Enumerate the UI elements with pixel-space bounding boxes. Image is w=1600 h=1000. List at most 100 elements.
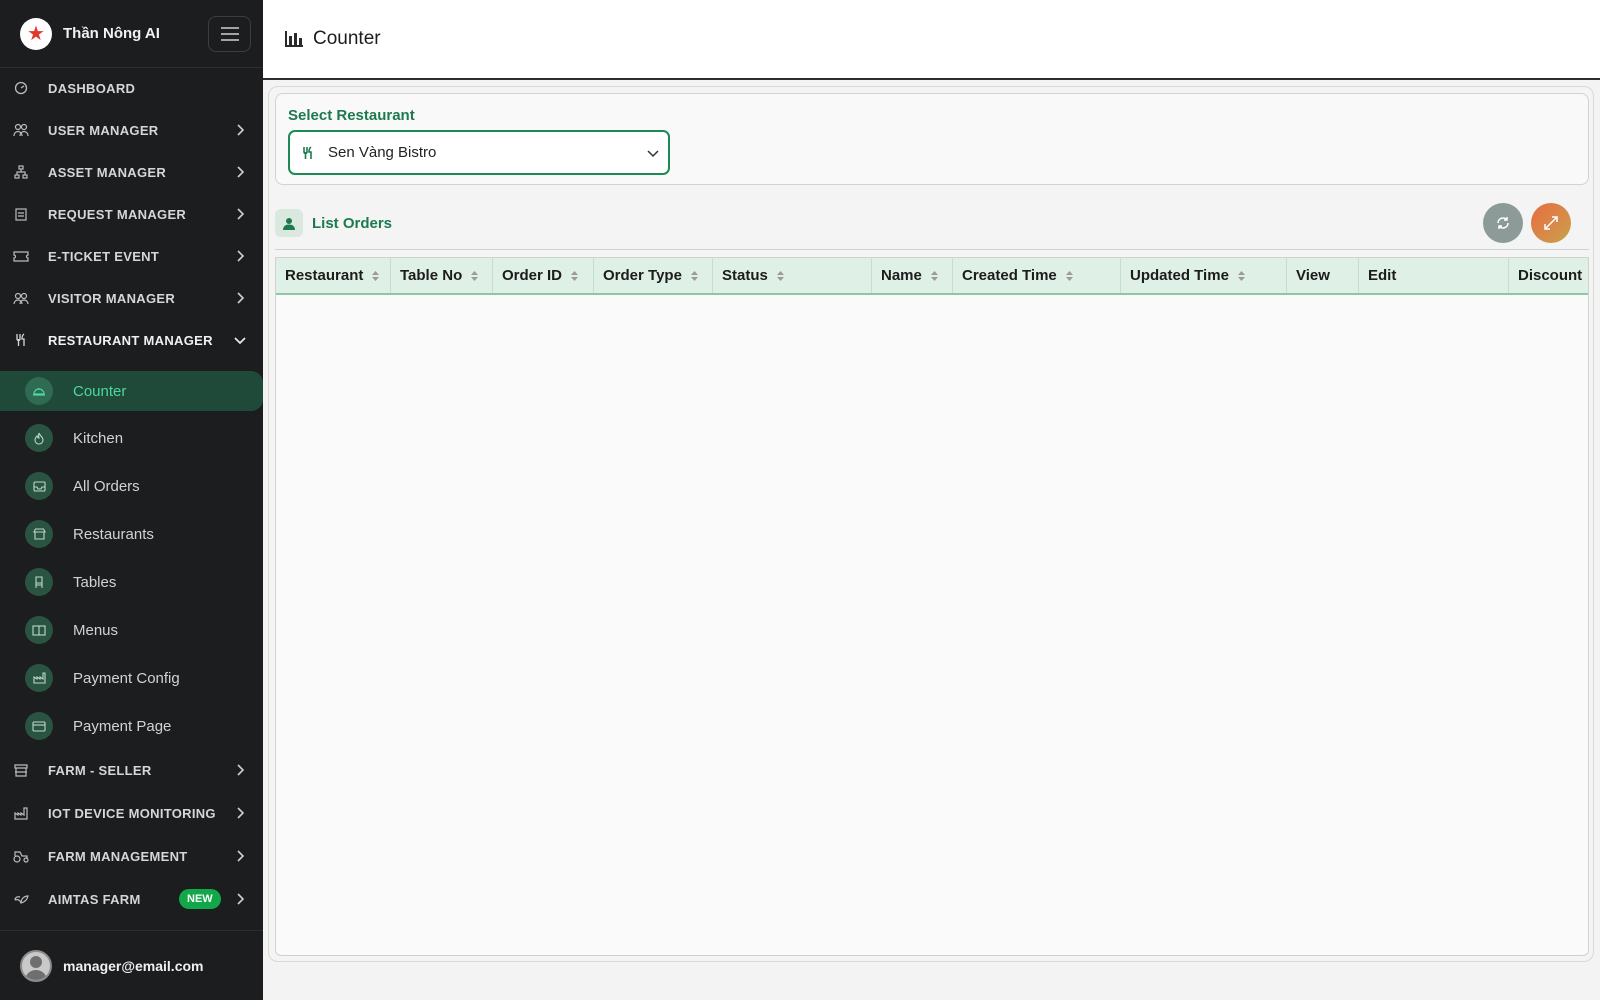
column-label: Updated Time bbox=[1130, 267, 1229, 284]
column-label: Discount bbox=[1518, 267, 1583, 284]
ticket-icon bbox=[12, 247, 30, 265]
column-label: View bbox=[1296, 267, 1330, 284]
clipboard-icon bbox=[12, 205, 30, 223]
sidebar-item-iot-monitoring[interactable]: IOT DEVICE MONITORING bbox=[0, 793, 263, 833]
expand-button[interactable] bbox=[1531, 203, 1571, 243]
restaurant-select-label: Select Restaurant bbox=[288, 107, 415, 124]
column-header-view: View bbox=[1287, 258, 1359, 293]
chevron-right-icon bbox=[237, 292, 245, 304]
sidebar-item-label: RESTAURANT MANAGER bbox=[48, 332, 213, 348]
user-profile[interactable]: manager@email.com bbox=[0, 930, 263, 1000]
sidebar-item-farm-management[interactable]: FARM MANAGEMENT bbox=[0, 836, 263, 876]
sidebar-item-tables[interactable]: Tables bbox=[0, 562, 263, 602]
refresh-button[interactable] bbox=[1483, 203, 1523, 243]
sidebar-item-asset-manager[interactable]: ASSET MANAGER bbox=[0, 152, 263, 192]
column-header-updated-time[interactable]: Updated Time bbox=[1121, 258, 1287, 293]
divider bbox=[275, 249, 1589, 250]
sidebar-item-label: ASSET MANAGER bbox=[48, 164, 167, 180]
column-header-restaurant[interactable]: Restaurant bbox=[276, 258, 391, 293]
sort-icon bbox=[371, 270, 380, 282]
new-badge: NEW bbox=[179, 889, 221, 909]
utensils-icon bbox=[303, 145, 312, 159]
flame-icon bbox=[25, 424, 53, 452]
visitors-icon bbox=[12, 289, 30, 307]
brand-header: ★ Thần Nông AI bbox=[0, 0, 263, 68]
sidebar-item-label: Counter bbox=[73, 382, 127, 400]
table-header: Restaurant Table No Order ID Order Type … bbox=[276, 258, 1588, 295]
column-label: Status bbox=[722, 267, 768, 284]
bar-chart-icon bbox=[285, 31, 303, 47]
column-header-created-time[interactable]: Created Time bbox=[953, 258, 1121, 293]
column-label: Table No bbox=[400, 267, 463, 284]
tractor-icon bbox=[12, 847, 30, 865]
store-icon bbox=[25, 520, 53, 548]
chair-icon bbox=[25, 568, 53, 596]
chevron-down-icon bbox=[638, 148, 668, 158]
brand-name: Thần Nông AI bbox=[63, 25, 160, 42]
sidebar-item-user-manager[interactable]: USER MANAGER bbox=[0, 110, 263, 150]
column-header-table-no[interactable]: Table No bbox=[391, 258, 493, 293]
brand-logo[interactable]: ★ bbox=[20, 17, 52, 50]
expand-icon bbox=[1544, 216, 1558, 230]
sitemap-icon bbox=[12, 163, 30, 181]
sort-icon bbox=[470, 270, 479, 282]
restaurant-select[interactable]: Sen Vàng Bistro bbox=[288, 130, 670, 175]
menu-toggle-button[interactable] bbox=[208, 15, 251, 52]
column-label: Order ID bbox=[502, 267, 563, 284]
sidebar-item-label: Payment Config bbox=[73, 669, 180, 687]
chevron-right-icon bbox=[237, 850, 245, 862]
sidebar-item-payment-config[interactable]: Payment Config bbox=[0, 658, 263, 698]
chevron-right-icon bbox=[237, 807, 245, 819]
list-orders-title: List Orders bbox=[312, 214, 393, 232]
sidebar-item-payment-page[interactable]: Payment Page bbox=[0, 706, 263, 746]
sidebar-item-farm-seller[interactable]: FARM - SELLER bbox=[0, 750, 263, 790]
sidebar-item-all-orders[interactable]: All Orders bbox=[0, 466, 263, 506]
sidebar-item-dashboard[interactable]: DASHBOARD bbox=[0, 68, 263, 108]
inbox-icon bbox=[25, 472, 53, 500]
sort-icon bbox=[1237, 270, 1246, 282]
credit-card-icon bbox=[25, 712, 53, 740]
column-header-order-id[interactable]: Order ID bbox=[493, 258, 594, 293]
factory-icon bbox=[12, 804, 30, 822]
sort-icon bbox=[930, 270, 939, 282]
chevron-right-icon bbox=[237, 250, 245, 262]
chevron-right-icon bbox=[237, 764, 245, 776]
sidebar-item-label: Menus bbox=[73, 621, 119, 639]
store-icon bbox=[12, 761, 30, 779]
column-label: Name bbox=[881, 267, 922, 284]
sidebar-item-label: FARM - SELLER bbox=[48, 762, 152, 778]
sidebar-item-counter[interactable]: Counter bbox=[0, 371, 263, 411]
user-email: manager@email.com bbox=[63, 957, 204, 974]
sidebar-item-menus[interactable]: Menus bbox=[0, 610, 263, 650]
column-header-order-type[interactable]: Order Type bbox=[594, 258, 713, 293]
sidebar-item-aimtas-farm[interactable]: AIMTAS FARM NEW bbox=[0, 879, 263, 919]
users-icon bbox=[12, 121, 30, 139]
page-title: Counter bbox=[313, 28, 381, 49]
sidebar: ★ Thần Nông AI DASHBOARD USER MANAGER AS… bbox=[0, 0, 263, 1000]
sidebar-item-label: Kitchen bbox=[73, 429, 124, 447]
sidebar-item-label: IOT DEVICE MONITORING bbox=[48, 805, 216, 821]
column-header-status[interactable]: Status bbox=[713, 258, 872, 293]
sidebar-item-restaurant-manager[interactable]: RESTAURANT MANAGER bbox=[0, 320, 263, 360]
avatar bbox=[20, 949, 52, 982]
column-header-name[interactable]: Name bbox=[872, 258, 953, 293]
gauge-icon bbox=[12, 79, 30, 97]
refresh-icon bbox=[1497, 217, 1509, 229]
chevron-right-icon bbox=[237, 893, 245, 905]
sidebar-item-visitor-manager[interactable]: VISITOR MANAGER bbox=[0, 278, 263, 318]
chevron-down-icon bbox=[234, 337, 246, 345]
sidebar-item-restaurants[interactable]: Restaurants bbox=[0, 514, 263, 554]
hamburger-icon bbox=[220, 26, 239, 41]
column-label: Edit bbox=[1368, 267, 1397, 284]
sidebar-item-kitchen[interactable]: Kitchen bbox=[0, 418, 263, 458]
sidebar-item-label: DASHBOARD bbox=[48, 80, 136, 96]
chevron-right-icon bbox=[237, 208, 245, 220]
sort-icon bbox=[690, 270, 699, 282]
chevron-right-icon bbox=[237, 166, 245, 178]
sort-icon bbox=[1065, 270, 1074, 282]
column-label: Created Time bbox=[962, 267, 1057, 284]
sidebar-item-request-manager[interactable]: REQUEST MANAGER bbox=[0, 194, 263, 234]
sidebar-item-label: FARM MANAGEMENT bbox=[48, 848, 188, 864]
sidebar-item-eticket-event[interactable]: E-TICKET EVENT bbox=[0, 236, 263, 276]
book-icon bbox=[25, 616, 53, 644]
